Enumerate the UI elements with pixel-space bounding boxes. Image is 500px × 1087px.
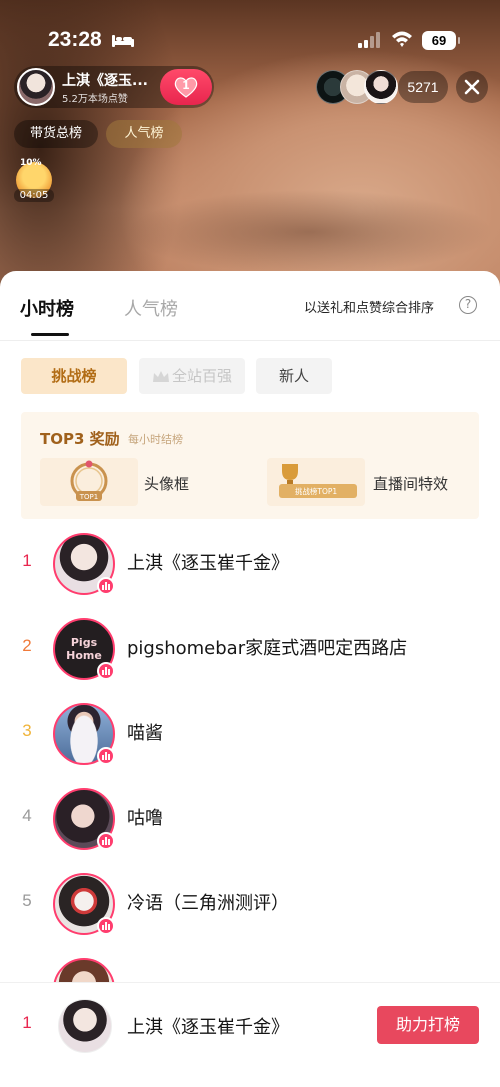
chip-top100[interactable]: 全站百强 — [139, 358, 245, 394]
my-rank-bar: 1 上淇《逐玉崔千金》 助力打榜 — [0, 982, 500, 1087]
live-bars-icon — [102, 922, 110, 930]
popularity-ranking-pill[interactable]: 人气榜 — [106, 120, 182, 148]
host-avatar[interactable] — [17, 68, 55, 106]
close-button[interactable] — [456, 71, 488, 103]
live-indicator — [97, 747, 115, 765]
status-bar: 23:28 69 — [0, 24, 500, 60]
avatar-logo-text: Pigs Home — [66, 636, 102, 662]
viewer-avatars[interactable] — [316, 70, 398, 104]
tab-popularity[interactable]: 人气榜 — [124, 295, 178, 321]
gift-percent: 10% — [20, 158, 42, 168]
live-bars-icon — [102, 752, 110, 760]
rank-number: 5 — [22, 891, 32, 910]
my-rank-number: 1 — [22, 1013, 32, 1032]
frame-badge: TOP1 — [79, 493, 98, 501]
live-indicator — [97, 662, 115, 680]
ranking-row[interactable]: 5 冷语（三角洲测评） — [0, 861, 500, 947]
heart-count: 1 — [182, 79, 190, 92]
gift-badge[interactable]: 10% 04:05 — [14, 158, 54, 202]
user-name: pigshomebar家庭式酒吧定西路店 — [127, 638, 408, 659]
avatar-frame-icon: TOP1 — [70, 460, 108, 501]
my-name: 上淇《逐玉崔千金》 — [127, 1017, 289, 1038]
effect-badge: 挑战榜TOP1 — [295, 486, 338, 496]
user-name: 咕噜 — [127, 808, 163, 829]
chip-new[interactable]: 新人 — [256, 358, 332, 394]
battery-indicator: 69 — [422, 31, 460, 50]
sales-ranking-pill[interactable]: 带货总榜 — [14, 120, 98, 148]
user-name: 冷语（三角洲测评） — [127, 893, 289, 914]
ranking-tabs: 小时榜 人气榜 以送礼和点赞综合排序 ? — [0, 271, 500, 341]
follow-heart-button[interactable]: 1 — [160, 69, 212, 105]
gift-timer: 04:05 — [14, 189, 54, 202]
reward-effect-label: 直播间特效 — [373, 475, 449, 493]
live-indicator — [97, 577, 115, 595]
crown-icon — [152, 370, 169, 382]
live-bars-icon — [102, 667, 110, 675]
chip-top100-label: 全站百强 — [171, 367, 232, 385]
host-name: 上淇《逐玉... — [62, 73, 148, 89]
reward-frame-label: 头像框 — [144, 475, 190, 493]
viewer-count[interactable]: 5271 — [398, 71, 448, 103]
reward-subtitle: 每小时结榜 — [128, 433, 183, 446]
avatar-frame-reward: TOP1 — [40, 458, 138, 506]
ranking-row[interactable]: 3 喵酱 — [0, 691, 500, 777]
live-bars-icon — [102, 582, 110, 590]
chip-challenge[interactable]: 挑战榜 — [21, 358, 127, 394]
trophy-icon: 挑战榜TOP1 — [279, 464, 357, 498]
tab-underline — [31, 333, 69, 336]
my-avatar[interactable] — [58, 999, 112, 1053]
host-info-card[interactable]: 上淇《逐玉... 5.2万本场点赞 1 — [14, 66, 214, 108]
host-likes: 5.2万本场点赞 — [62, 94, 128, 105]
rank-number: 2 — [22, 636, 32, 655]
ranking-row[interactable]: 1 上淇《逐玉崔千金》 — [0, 521, 500, 607]
sleep-mode-icon — [112, 35, 134, 47]
boost-ranking-button[interactable]: 助力打榜 — [377, 1006, 479, 1044]
close-icon — [464, 79, 480, 95]
live-indicator — [97, 917, 115, 935]
live-bars-icon — [102, 837, 110, 845]
reward-title: TOP3 奖励 — [40, 430, 120, 448]
status-time: 23:28 — [48, 28, 102, 51]
ranking-sheet: 小时榜 人气榜 以送礼和点赞综合排序 ? 挑战榜 全站百强 新人 TOP3 奖励… — [0, 271, 500, 1087]
signal-icon — [358, 32, 380, 48]
top3-reward-box: TOP3 奖励 每小时结榜 TOP1 头像框 挑战榜TOP1 直播间特效 — [21, 412, 479, 519]
tab-hourly[interactable]: 小时榜 — [20, 295, 74, 321]
rank-number: 1 — [22, 551, 32, 570]
room-effect-reward: 挑战榜TOP1 — [267, 458, 365, 506]
user-name: 上淇《逐玉崔千金》 — [127, 553, 289, 574]
live-indicator — [97, 832, 115, 850]
rank-number: 4 — [22, 806, 32, 825]
sort-note: 以送礼和点赞综合排序 — [304, 301, 435, 316]
help-icon[interactable]: ? — [459, 296, 477, 314]
user-name: 喵酱 — [127, 723, 163, 744]
ranking-row[interactable]: 2 Pigs Home pigshomebar家庭式酒吧定西路店 — [0, 606, 500, 692]
wifi-icon — [392, 31, 412, 47]
ranking-row[interactable]: 4 咕噜 — [0, 776, 500, 862]
viewer-avatar[interactable] — [364, 70, 398, 104]
rank-number: 3 — [22, 721, 32, 740]
